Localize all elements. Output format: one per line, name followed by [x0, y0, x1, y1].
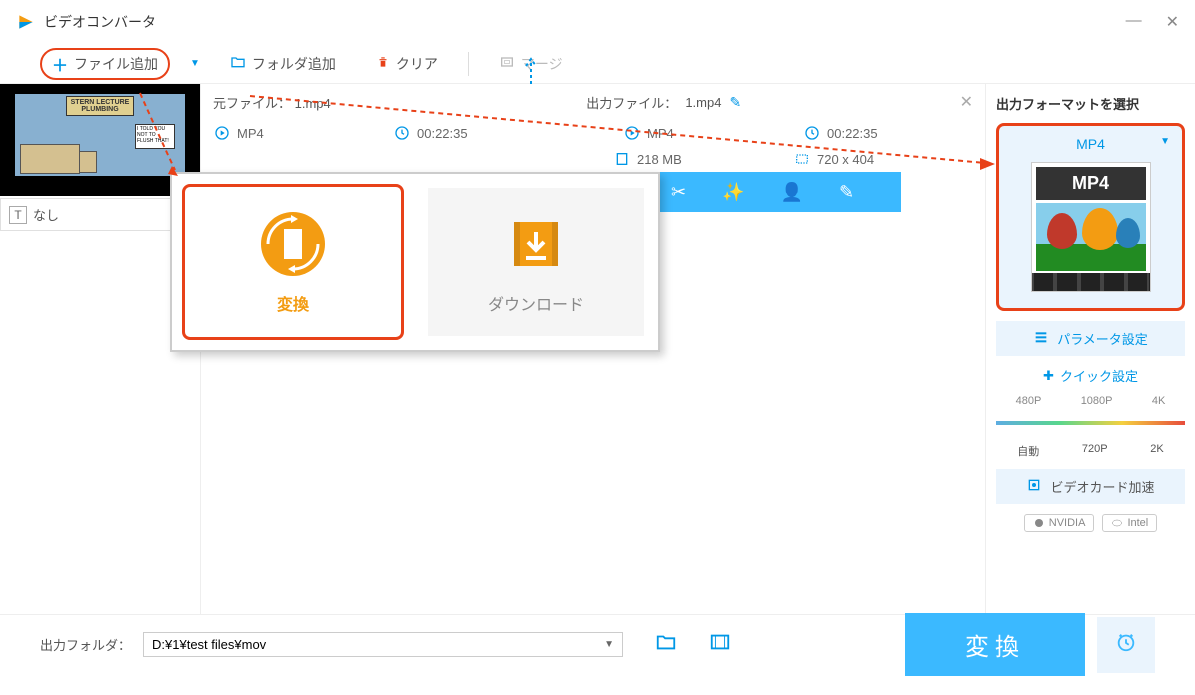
dst-format: MP4	[647, 126, 674, 141]
toolbar: ＋ ファイル追加 ▼ フォルダ追加 クリア マージ	[0, 44, 1195, 84]
minimize-button[interactable]: —	[1126, 12, 1142, 32]
parameter-settings-button[interactable]: パラメータ設定	[996, 321, 1185, 356]
source-file-label: 元ファイル：	[213, 96, 291, 111]
filesize-icon	[613, 150, 631, 168]
folder-icon	[230, 54, 246, 73]
download-icon	[501, 209, 571, 279]
src-duration: 00:22:35	[417, 126, 468, 141]
video-format-icon	[213, 124, 231, 142]
output-folder-input[interactable]: D:¥1¥test files¥mov ▼	[143, 632, 623, 657]
res-1080p: 1080P	[1081, 395, 1113, 407]
gpu-accel-button[interactable]: ビデオカード加速	[996, 469, 1185, 504]
convert-option[interactable]: 変換	[182, 184, 404, 340]
titlebar: ビデオコンバータ — ✕	[0, 0, 1195, 44]
resolution-icon	[793, 150, 811, 168]
toolbar-separator	[468, 52, 469, 76]
src-format: MP4	[237, 126, 264, 141]
nvidia-chip: NVIDIA	[1024, 514, 1095, 532]
source-file-name: 1.mp4	[295, 96, 331, 111]
quality-slider[interactable]	[996, 421, 1185, 425]
res-4k: 4K	[1152, 395, 1165, 407]
resolution: 720 x 404	[817, 152, 874, 167]
text-icon: T	[9, 206, 27, 224]
close-button[interactable]: ✕	[1166, 12, 1179, 32]
add-file-button[interactable]: ＋ ファイル追加	[40, 48, 170, 80]
download-option[interactable]: ダウンロード	[428, 188, 644, 336]
duration-icon	[393, 124, 411, 142]
intel-chip: Intel	[1102, 514, 1157, 532]
res-auto: 自動	[1017, 443, 1039, 459]
edit-filename-icon[interactable]: ✎	[729, 94, 741, 111]
output-folder-label: 出力フォルダ：	[40, 635, 131, 654]
browse-folder-button[interactable]	[709, 631, 731, 659]
convert-button[interactable]: 変換	[905, 613, 1085, 676]
merge-button[interactable]: マージ	[489, 50, 573, 78]
param-label: パラメータ設定	[1057, 329, 1148, 348]
file-size: 218 MB	[637, 152, 682, 167]
plus-icon: ＋	[52, 52, 68, 76]
convert-icon	[258, 209, 328, 279]
subtitle-icon[interactable]: ✎	[839, 182, 854, 203]
window-title: ビデオコンバータ	[44, 12, 1126, 32]
gpu-icon	[1026, 477, 1042, 496]
merge-label: マージ	[521, 54, 563, 74]
watermark-icon[interactable]: 👤	[781, 182, 803, 203]
output-file-name: 1.mp4	[685, 95, 721, 110]
open-folder-button[interactable]	[655, 631, 677, 659]
app-logo-icon	[16, 12, 36, 32]
format-name: MP4	[1007, 134, 1174, 154]
duration-icon	[803, 124, 821, 142]
dst-duration: 00:22:35	[827, 126, 878, 141]
add-file-popup: 変換 ダウンロード	[170, 172, 660, 352]
add-folder-button[interactable]: フォルダ追加	[220, 50, 346, 78]
video-format-icon	[623, 124, 641, 142]
trash-icon	[376, 55, 390, 72]
effects-icon[interactable]: ✨	[722, 182, 744, 203]
title-value: なし	[33, 205, 59, 224]
crop-icon[interactable]: ✂	[671, 182, 686, 203]
download-label: ダウンロード	[488, 291, 584, 315]
output-file-label: 出力ファイル：	[586, 93, 677, 112]
convert-label: 変換	[277, 291, 309, 315]
add-file-dropdown[interactable]: ▼	[190, 58, 200, 69]
gpu-label: ビデオカード加速	[1050, 477, 1154, 496]
output-path: D:¥1¥test files¥mov	[152, 637, 266, 652]
output-format-title: 出力フォーマットを選択	[996, 94, 1185, 113]
edit-toolbar: ✂ ✨ 👤 ✎	[651, 172, 901, 212]
remove-file-button[interactable]: ✕	[960, 92, 973, 112]
chevron-down-icon: ▼	[604, 639, 614, 650]
clear-label: クリア	[396, 54, 438, 74]
res-2k: 2K	[1150, 443, 1163, 459]
settings-icon	[1033, 329, 1049, 348]
format-thumbnail: MP4	[1031, 162, 1151, 292]
quick-settings-title: ✚ クイック設定	[996, 366, 1185, 385]
add-file-label: ファイル追加	[74, 54, 158, 74]
right-panel: 出力フォーマットを選択 MP4 MP4 パラメータ設定 ✚ クイック設定 480…	[985, 84, 1195, 614]
res-720p: 720P	[1082, 443, 1108, 459]
footer: 出力フォルダ： D:¥1¥test files¥mov ▼ 変換	[0, 614, 1195, 674]
format-selector[interactable]: MP4 MP4	[996, 123, 1185, 311]
clear-button[interactable]: クリア	[366, 50, 448, 78]
merge-icon	[499, 54, 515, 73]
schedule-button[interactable]	[1097, 617, 1155, 673]
res-480p: 480P	[1016, 395, 1042, 407]
add-folder-label: フォルダ追加	[252, 54, 336, 74]
